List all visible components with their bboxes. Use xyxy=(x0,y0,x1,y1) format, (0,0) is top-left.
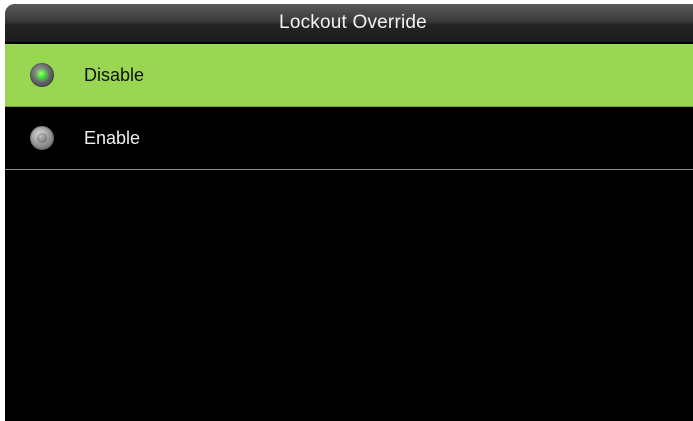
radio-unchecked-icon[interactable] xyxy=(30,126,54,150)
option-list: Disable Enable xyxy=(5,44,693,170)
page-title: Lockout Override xyxy=(279,12,427,33)
option-label: Disable xyxy=(84,64,145,85)
option-disable[interactable]: Disable xyxy=(5,44,693,107)
option-label: Enable xyxy=(84,127,141,148)
radio-dot xyxy=(37,133,47,143)
option-enable[interactable]: Enable xyxy=(5,107,693,170)
title-bar: Lockout Override xyxy=(5,4,693,44)
device-screen: Lockout Override Disable Enable xyxy=(5,4,693,421)
radio-dot xyxy=(37,70,47,80)
radio-checked-icon[interactable] xyxy=(30,63,54,87)
